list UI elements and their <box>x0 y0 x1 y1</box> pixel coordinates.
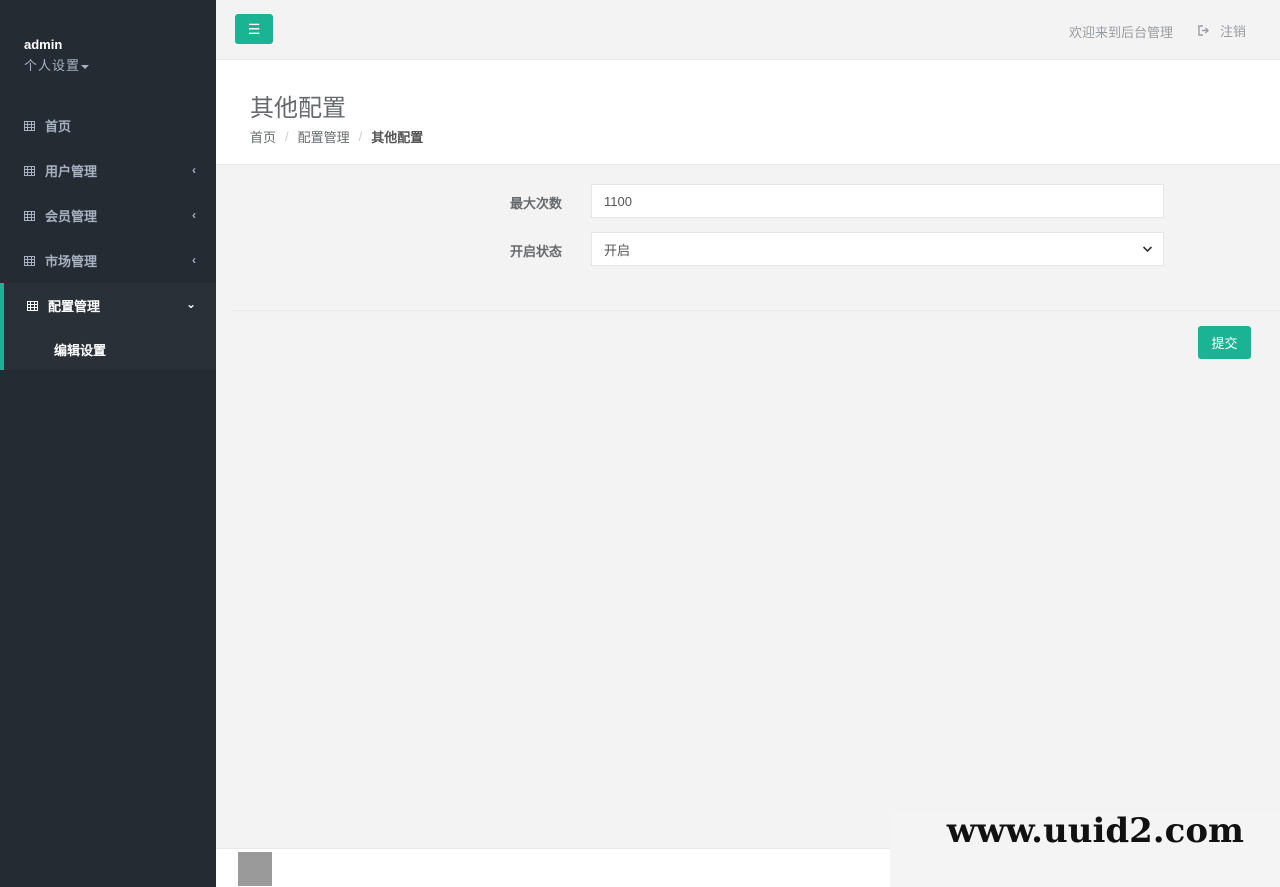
menu-toggle-button[interactable]: ☰ <box>235 14 273 44</box>
sidebar-nav: 首页 用户管理 ‹ 会员管理 ‹ 市场管理 ‹ 配置管理 ⌄ 编辑设置 <box>0 103 216 370</box>
breadcrumb-separator: / <box>358 129 363 144</box>
table-icon <box>27 300 38 311</box>
top-navbar: ☰ 欢迎来到后台管理 注销 <box>216 0 1280 60</box>
sidebar-item-users[interactable]: 用户管理 ‹ <box>0 148 216 193</box>
breadcrumb-home[interactable]: 首页 <box>250 127 276 146</box>
sidebar-item-label: 配置管理 <box>48 299 101 314</box>
chevron-left-icon: ‹ <box>192 163 196 177</box>
chevron-left-icon: ‹ <box>192 253 196 267</box>
page-title: 其他配置 <box>250 95 346 122</box>
breadcrumb-separator: / <box>285 129 289 144</box>
sidebar-item-label: 会员管理 <box>45 209 98 224</box>
sidebar-item-market[interactable]: 市场管理 ‹ <box>0 238 216 283</box>
form-row-status: 开启状态 开启 <box>216 232 1280 266</box>
submit-button[interactable]: 提交 <box>1198 326 1251 359</box>
form-row-max-count: 最大次数 1100 <box>216 184 1280 218</box>
welcome-text: 欢迎来到后台管理 <box>1068 25 1173 40</box>
breadcrumb-config[interactable]: 配置管理 <box>298 127 350 146</box>
table-icon <box>24 255 35 266</box>
max-count-input[interactable]: 1100 <box>591 184 1164 218</box>
user-name: admin <box>24 37 63 52</box>
breadcrumb-current: 其他配置 <box>371 130 424 145</box>
sidebar: admin 个人设置 首页 用户管理 ‹ 会员管理 ‹ 市场管理 ‹ 配置管理 <box>0 0 216 887</box>
footer-thumbnail <box>238 852 272 886</box>
breadcrumb: 首页 / 配置管理 / 其他配置 <box>250 127 423 146</box>
table-icon <box>24 210 35 221</box>
profile-block: admin 个人设置 <box>0 0 216 100</box>
logout-link[interactable]: 注销 <box>1198 21 1246 40</box>
sidebar-item-home[interactable]: 首页 <box>0 103 216 148</box>
form-divider <box>232 310 1280 311</box>
sidebar-item-config[interactable]: 配置管理 ⌄ <box>4 283 216 328</box>
status-select[interactable]: 开启 <box>591 232 1164 266</box>
sidebar-item-label: 用户管理 <box>45 164 98 179</box>
sidebar-item-label: 市场管理 <box>45 254 98 269</box>
sign-out-icon <box>1198 25 1209 36</box>
sidebar-subitem-label: 编辑设置 <box>54 342 107 358</box>
sidebar-group-config: 配置管理 ⌄ 编辑设置 <box>0 283 216 370</box>
sidebar-item-members[interactable]: 会员管理 ‹ <box>0 193 216 238</box>
sidebar-item-label: 首页 <box>45 119 72 134</box>
watermark-text: www.uuid2.com <box>946 811 1244 851</box>
table-icon <box>24 120 35 131</box>
page-heading: 其他配置 首页 / 配置管理 / 其他配置 <box>216 60 1280 165</box>
status-label: 开启状态 <box>510 244 563 259</box>
chevron-down-icon: ⌄ <box>185 297 196 311</box>
status-selected-value: 开启 <box>604 242 631 258</box>
max-count-label: 最大次数 <box>510 196 563 211</box>
profile-settings-dropdown[interactable]: 个人设置 <box>24 55 216 74</box>
hamburger-icon: ☰ <box>247 21 261 37</box>
chevron-left-icon: ‹ <box>192 208 196 222</box>
sidebar-subitem-edit-settings[interactable]: 编辑设置 <box>4 328 216 370</box>
chevron-down-icon <box>1142 246 1153 253</box>
table-icon <box>24 165 35 176</box>
profile-settings-label: 个人设置 <box>24 58 81 73</box>
caret-down-icon <box>81 64 90 69</box>
logout-label: 注销 <box>1219 24 1246 39</box>
